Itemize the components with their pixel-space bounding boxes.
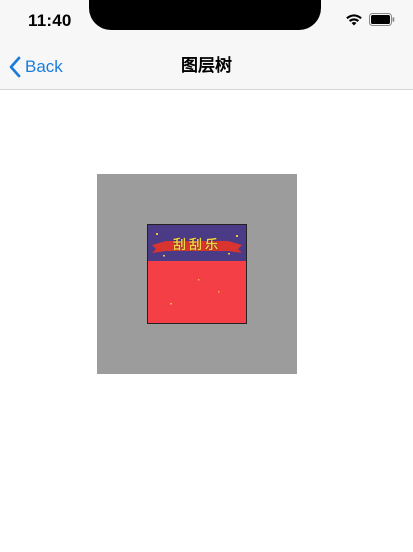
status-icons (345, 13, 395, 26)
status-bar: 11:40 (0, 0, 413, 44)
scratch-card-image[interactable]: 刮刮乐 (147, 224, 247, 324)
page-title: 图层树 (181, 56, 232, 76)
outer-layer-view[interactable]: 刮刮乐 (97, 174, 297, 374)
status-time: 11:40 (28, 11, 72, 30)
navigation-bar: Back 图层树 (0, 44, 413, 90)
scratch-card-title: 刮刮乐 (172, 238, 221, 253)
device-notch (89, 0, 321, 30)
wifi-icon (345, 13, 363, 26)
battery-icon (369, 13, 395, 26)
